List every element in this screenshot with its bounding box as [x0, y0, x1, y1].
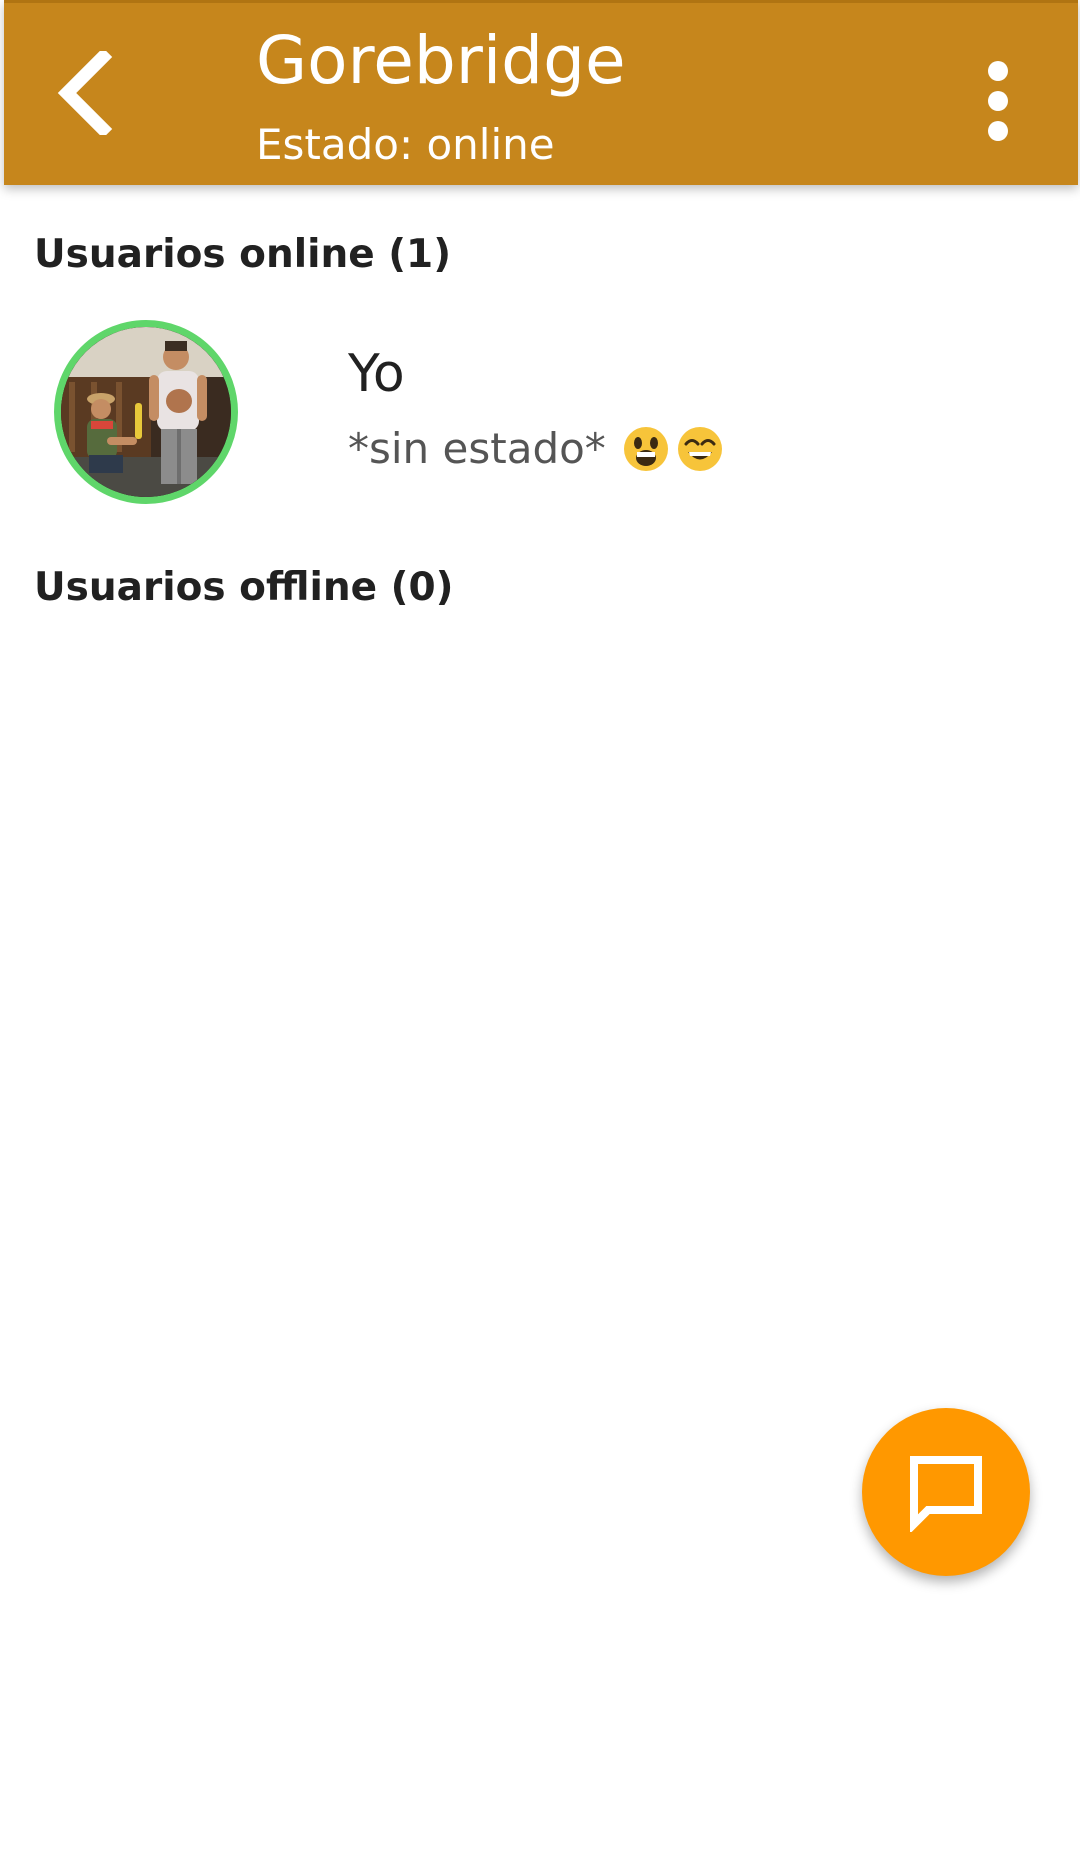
title-block: Gorebridge Estado: online: [256, 21, 626, 173]
page-subtitle: Estado: online: [256, 120, 555, 169]
new-chat-fab[interactable]: [862, 1408, 1030, 1576]
app-bar: Gorebridge Estado: online: [4, 0, 1078, 185]
user-status: *sin estado*: [348, 424, 724, 473]
user-name: Yo: [348, 344, 405, 404]
avatar[interactable]: [54, 320, 238, 504]
user-status-text: *sin estado*: [348, 424, 606, 473]
more-vert-icon-dot: [988, 91, 1008, 111]
overflow-menu-button[interactable]: [968, 51, 1028, 151]
chat-message-icon: [910, 1456, 982, 1532]
screen: Gorebridge Estado: online Usuarios onlin…: [0, 0, 1080, 1860]
online-users-header: Usuarios online (1): [34, 232, 452, 277]
avatar-photo: [61, 327, 231, 497]
chevron-left-icon: [57, 51, 113, 135]
back-button[interactable]: [40, 43, 130, 143]
page-title: Gorebridge: [256, 22, 626, 99]
offline-users-header: Usuarios offline (0): [34, 565, 454, 610]
user-list-item[interactable]: Yo *sin estado*: [0, 300, 1080, 530]
more-vert-icon: [988, 61, 1008, 81]
more-vert-icon-dot: [988, 121, 1008, 141]
smiling-eyes-face-icon: [677, 426, 722, 471]
grinning-face-icon: [623, 426, 668, 471]
